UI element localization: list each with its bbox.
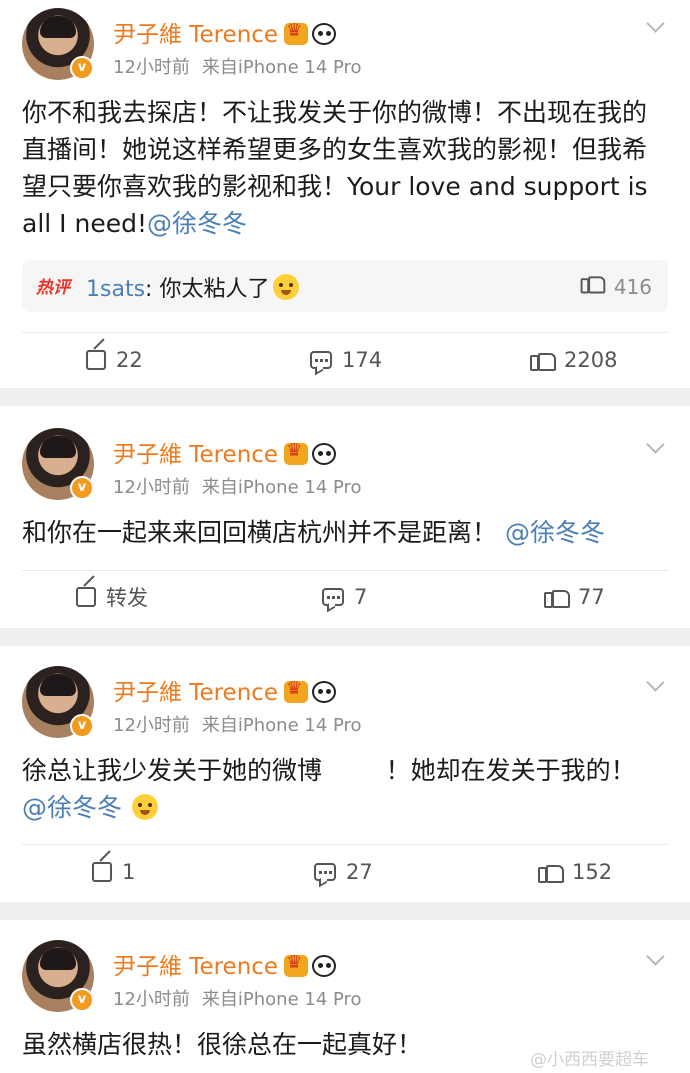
crown-badge-icon	[284, 952, 309, 977]
post-text: 和你在一起来来回回横店杭州并不是距离！ @徐冬冬	[22, 518, 605, 547]
post-meta: 12小时前 来自iPhone 14 Pro	[113, 53, 374, 79]
weibo-post: v 尹子維 Terence 12小时前来自iPhone 14 Pro 徐总让我少…	[0, 646, 690, 902]
hot-comment-tag: 热评	[36, 278, 70, 298]
author-name[interactable]: 尹子維 Terence	[113, 947, 337, 981]
mention-link[interactable]: @徐冬冬	[22, 793, 122, 822]
hot-comment-text: 1sats: 你太粘人了	[86, 271, 300, 303]
divider	[22, 332, 668, 333]
like-button[interactable]: 77	[544, 582, 605, 612]
post-source: 来自iPhone 14 Pro	[201, 989, 362, 1010]
thumbs-up-icon	[538, 861, 564, 883]
repost-button[interactable]: 1	[92, 857, 135, 887]
post-time: 12小时前	[113, 715, 190, 736]
divider	[22, 844, 668, 845]
comment-icon	[314, 863, 336, 881]
chevron-down-icon[interactable]	[646, 15, 666, 35]
repost-icon	[76, 587, 96, 607]
crown-badge-icon	[284, 678, 309, 703]
post-source: 来自iPhone 14 Pro	[201, 477, 362, 498]
comment-button[interactable]: 174	[310, 345, 382, 375]
panda-icon	[312, 955, 337, 977]
hot-comment[interactable]: 热评 1sats: 你太粘人了 416	[22, 260, 668, 312]
hot-comment-like[interactable]: 416	[580, 272, 652, 299]
mention-link[interactable]: @徐冬冬	[505, 518, 605, 547]
watermark: @小西西要超车	[530, 1050, 649, 1070]
thumbs-up-icon	[544, 586, 570, 608]
like-button[interactable]: 152	[538, 857, 612, 887]
crown-badge-icon	[284, 440, 309, 465]
panda-icon	[312, 443, 337, 465]
author-name[interactable]: 尹子維 Terence	[113, 15, 337, 49]
post-time: 12小时前	[113, 989, 190, 1010]
crown-badge-icon	[284, 20, 309, 45]
post-text: 你不和我去探店！不让我发关于你的微博！不出现在我的直播间！她说这样希望更多的女生…	[22, 98, 648, 238]
like-button[interactable]: 2208	[530, 345, 617, 375]
verified-badge-icon: v	[70, 56, 94, 80]
post-time: 12小时前	[113, 57, 190, 78]
verified-badge-icon: v	[70, 714, 94, 738]
comment-icon	[310, 351, 332, 369]
shush-emoji-icon	[273, 274, 300, 300]
comment-button[interactable]: 7	[322, 582, 367, 612]
post-source: 来自iPhone 14 Pro	[201, 57, 362, 78]
weibo-post: v 尹子維 Terence 12小时前来自iPhone 14 Pro 和你在一起…	[0, 406, 690, 628]
comment-button[interactable]: 27	[314, 857, 373, 887]
thumbs-up-icon	[530, 349, 556, 371]
panda-icon	[312, 23, 337, 45]
verified-badge-icon: v	[70, 988, 94, 1012]
repost-button[interactable]: 22	[86, 345, 143, 375]
post-text: 徐总让我少发关于她的微博 ！她却在发关于我的！ @徐冬冬	[22, 756, 636, 822]
author-name[interactable]: 尹子維 Terence	[113, 435, 337, 469]
post-meta: 12小时前 来自iPhone 14 Pro	[113, 985, 374, 1011]
post-source: 来自iPhone 14 Pro	[201, 715, 362, 736]
post-meta: 12小时前 来自iPhone 14 Pro	[113, 473, 374, 499]
author-name[interactable]: 尹子維 Terence	[113, 673, 337, 707]
chevron-down-icon[interactable]	[646, 948, 666, 968]
chevron-down-icon[interactable]	[646, 674, 666, 694]
crying-emoji-icon	[132, 794, 159, 820]
post-meta: 12小时前 来自iPhone 14 Pro	[113, 711, 374, 737]
post-time: 12小时前	[113, 477, 190, 498]
panda-icon	[312, 681, 337, 703]
mention-link[interactable]: @徐冬冬	[147, 209, 247, 238]
repost-icon	[86, 350, 106, 370]
divider	[22, 570, 668, 571]
chevron-down-icon[interactable]	[646, 436, 666, 456]
thumbs-up-icon	[580, 273, 606, 294]
comment-icon	[322, 588, 344, 606]
repost-icon	[92, 862, 112, 882]
hot-comment-user[interactable]: 1sats	[86, 277, 145, 302]
repost-button[interactable]: 转发	[76, 582, 148, 612]
weibo-post: v 尹子維 Terence 12小时前来自iPhone 14 Pro 你不和我去…	[0, 0, 690, 388]
verified-badge-icon: v	[70, 476, 94, 500]
